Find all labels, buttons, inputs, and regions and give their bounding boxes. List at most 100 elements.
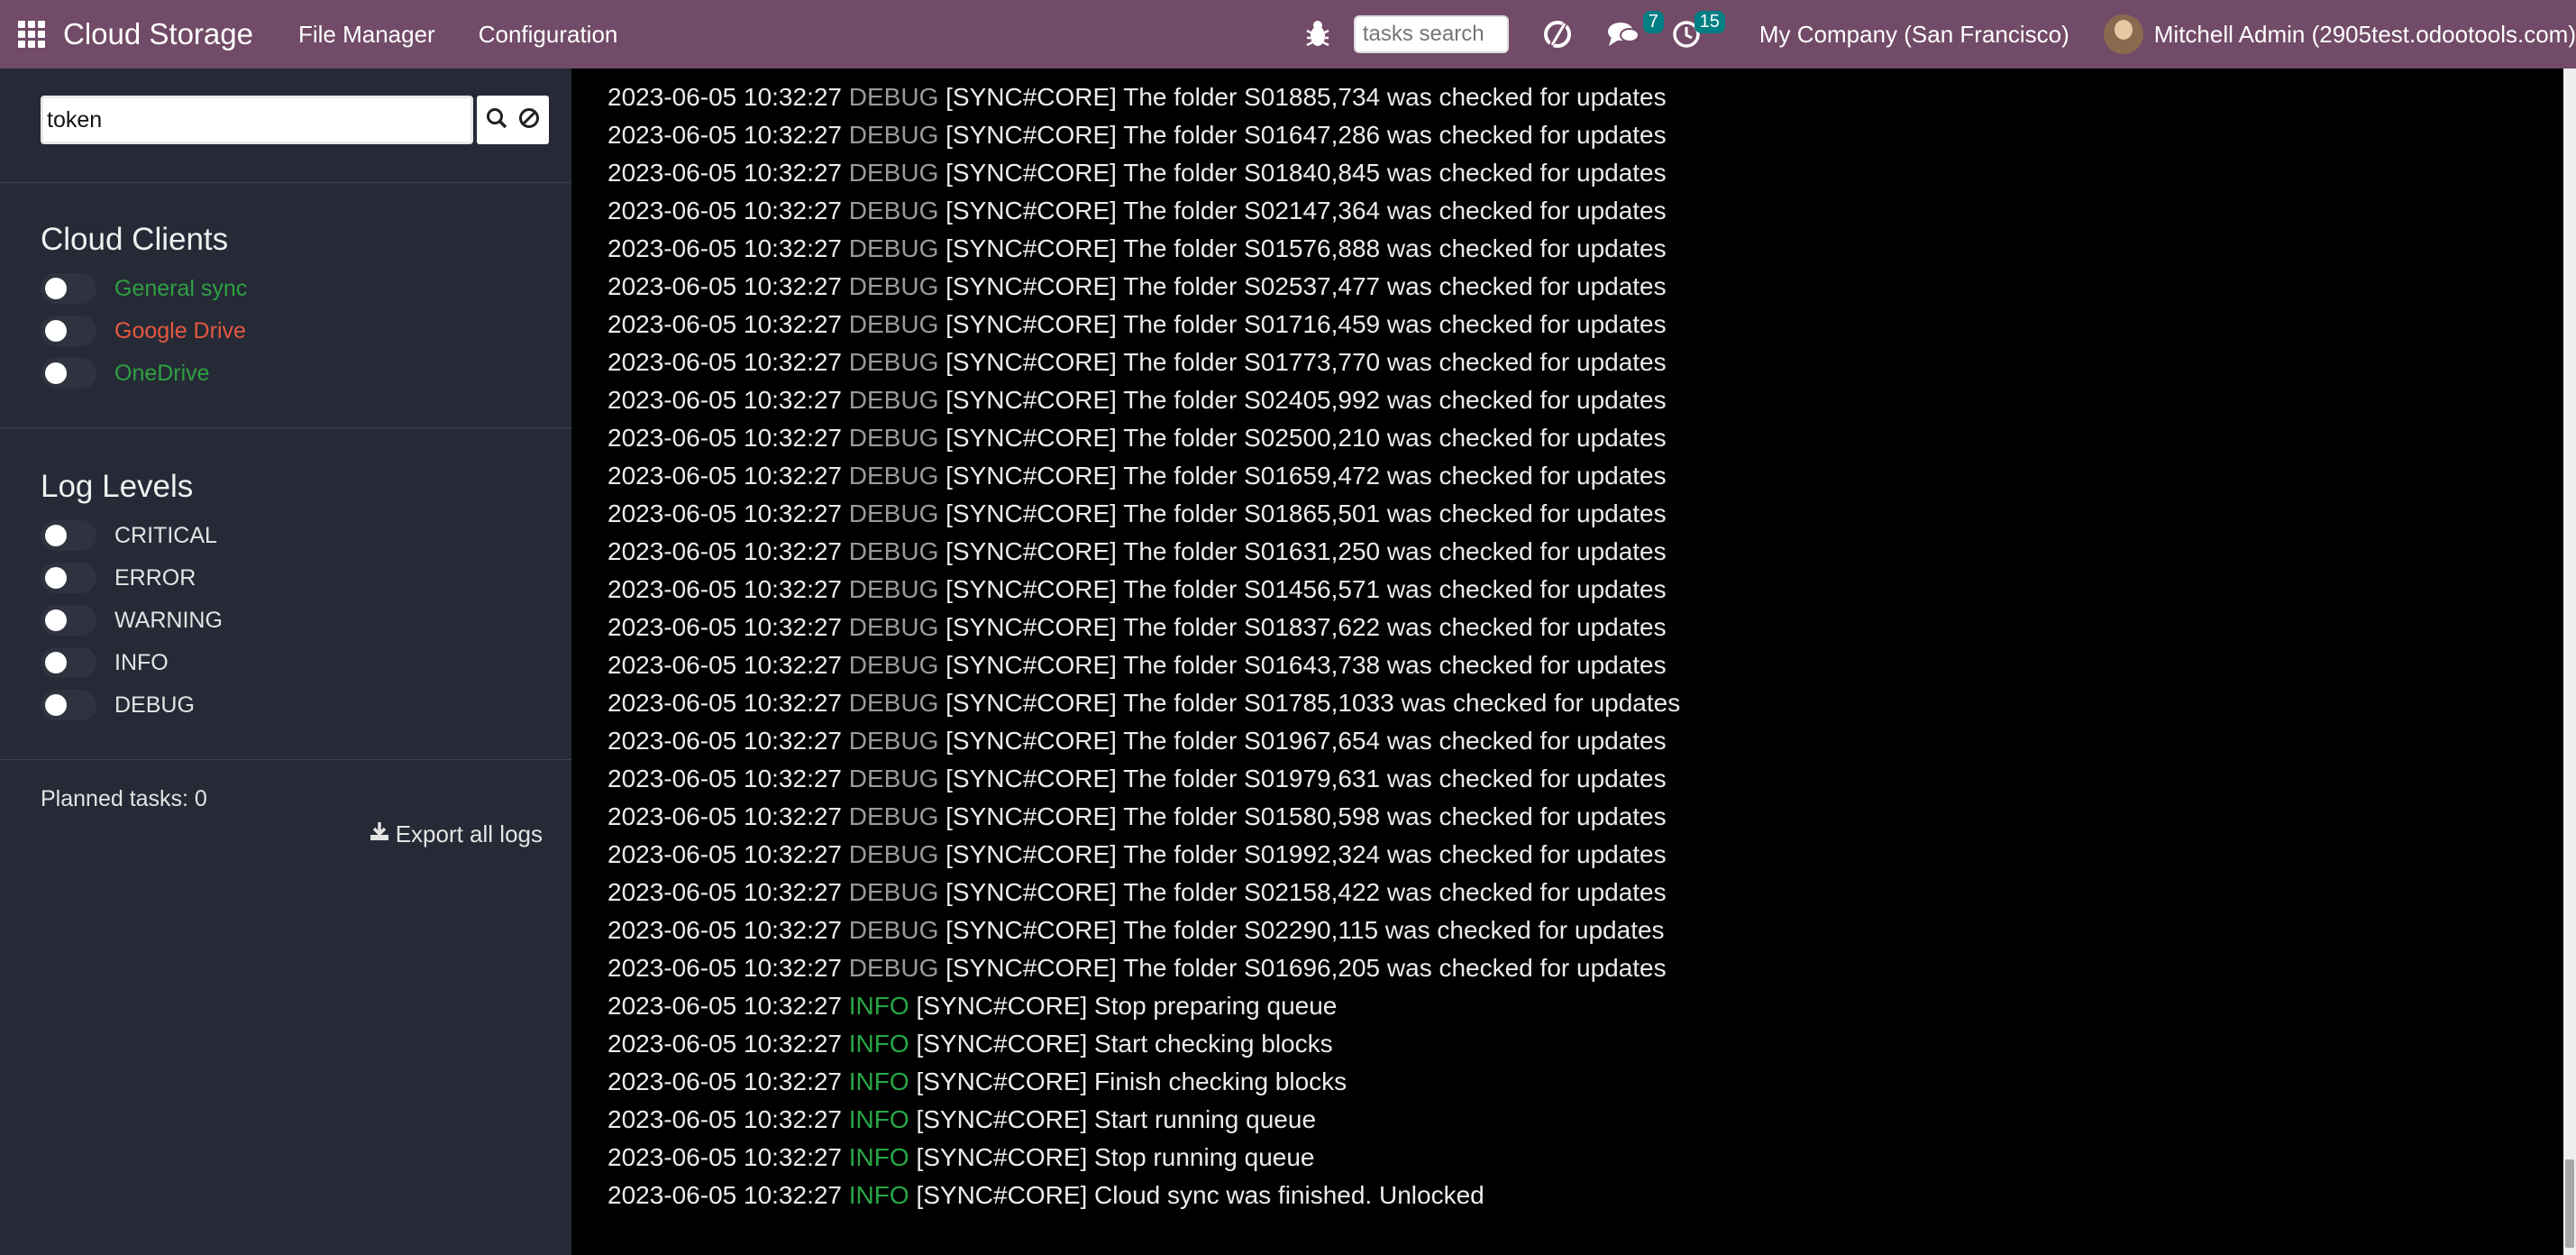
log-line: 2023-06-05 10:32:27 DEBUG [SYNC#CORE] Th… <box>607 802 1667 831</box>
toggle-switch[interactable] <box>41 605 96 636</box>
log-message: [SYNC#CORE] The folder S01696,205 was ch… <box>945 954 1667 982</box>
log-timestamp: 2023-06-05 10:32:27 <box>607 386 842 414</box>
level-toggle-warning[interactable]: WARNING <box>41 602 223 638</box>
log-line: 2023-06-05 10:32:27 DEBUG [SYNC#CORE] Th… <box>607 689 1680 718</box>
sync-icon[interactable] <box>1539 14 1576 54</box>
log-level: DEBUG <box>848 916 939 944</box>
log-level: DEBUG <box>848 83 939 111</box>
level-toggle-error[interactable]: ERROR <box>41 560 196 596</box>
log-timestamp: 2023-06-05 10:32:27 <box>607 234 842 262</box>
log-message: [SYNC#CORE] The folder S01647,286 was ch… <box>945 121 1667 149</box>
level-label: ERROR <box>114 564 196 591</box>
toggle-switch[interactable] <box>41 358 96 389</box>
log-message: [SYNC#CORE] The folder S01865,501 was ch… <box>945 499 1667 527</box>
log-level: INFO <box>848 1067 909 1095</box>
log-message: [SYNC#CORE] The folder S02405,992 was ch… <box>945 386 1667 414</box>
log-message: [SYNC#CORE] The folder S02147,364 was ch… <box>945 197 1667 224</box>
log-timestamp: 2023-06-05 10:32:27 <box>607 575 842 603</box>
log-timestamp: 2023-06-05 10:32:27 <box>607 1143 842 1171</box>
bug-icon[interactable] <box>1300 16 1336 52</box>
log-level: DEBUG <box>848 802 939 830</box>
export-all-logs-button[interactable]: Export all logs <box>369 820 543 848</box>
tasks-search-input[interactable] <box>1353 15 1509 53</box>
log-message: [SYNC#CORE] The folder S01576,888 was ch… <box>945 234 1667 262</box>
log-timestamp: 2023-06-05 10:32:27 <box>607 992 842 1020</box>
log-level: INFO <box>848 1030 909 1058</box>
log-message: [SYNC#CORE] Start running queue <box>916 1105 1317 1133</box>
apps-grid-icon[interactable] <box>18 21 45 48</box>
level-toggle-info[interactable]: INFO <box>41 645 169 681</box>
scrollbar-thumb[interactable] <box>2565 1159 2574 1248</box>
clear-search-icon[interactable] <box>517 106 541 134</box>
log-level: DEBUG <box>848 197 939 224</box>
log-message: [SYNC#CORE] The folder S01631,250 was ch… <box>945 537 1667 565</box>
sidebar-divider <box>0 427 571 428</box>
log-line: 2023-06-05 10:32:27 DEBUG [SYNC#CORE] Th… <box>607 386 1667 415</box>
log-level: DEBUG <box>848 159 939 187</box>
planned-tasks: Planned tasks: 0 <box>41 786 207 811</box>
log-line: 2023-06-05 10:32:27 DEBUG [SYNC#CORE] Th… <box>607 651 1667 680</box>
log-line: 2023-06-05 10:32:27 DEBUG [SYNC#CORE] Th… <box>607 310 1667 339</box>
messages-badge: 7 <box>1642 11 1664 33</box>
client-toggle-onedrive[interactable]: OneDrive <box>41 355 210 391</box>
log-level: DEBUG <box>848 954 939 982</box>
log-timestamp: 2023-06-05 10:32:27 <box>607 916 842 944</box>
log-timestamp: 2023-06-05 10:32:27 <box>607 840 842 868</box>
log-timestamp: 2023-06-05 10:32:27 <box>607 954 842 982</box>
log-line: 2023-06-05 10:32:27 DEBUG [SYNC#CORE] Th… <box>607 499 1667 528</box>
search-icon[interactable] <box>485 106 508 134</box>
toggle-switch[interactable] <box>41 563 96 593</box>
log-message: [SYNC#CORE] The folder S01992,324 was ch… <box>945 840 1667 868</box>
toggle-switch[interactable] <box>41 273 96 304</box>
toggle-switch[interactable] <box>41 647 96 678</box>
log-search-input[interactable] <box>41 96 473 144</box>
log-message: [SYNC#CORE] The folder S01967,654 was ch… <box>945 727 1667 755</box>
log-timestamp: 2023-06-05 10:32:27 <box>607 1181 842 1209</box>
log-line: 2023-06-05 10:32:27 INFO [SYNC#CORE] Fin… <box>607 1067 1347 1096</box>
toggle-switch[interactable] <box>41 520 96 551</box>
log-message: [SYNC#CORE] The folder S01979,631 was ch… <box>945 765 1667 792</box>
log-level: INFO <box>848 1143 909 1171</box>
level-toggle-critical[interactable]: CRITICAL <box>41 518 217 554</box>
app-brand[interactable]: Cloud Storage <box>63 17 253 51</box>
toggle-switch[interactable] <box>41 690 96 720</box>
company-switcher[interactable]: My Company (San Francisco) <box>1759 21 2069 49</box>
log-line: 2023-06-05 10:32:27 DEBUG [SYNC#CORE] Th… <box>607 878 1667 907</box>
log-scrollbar[interactable] <box>2563 69 2576 1255</box>
log-line: 2023-06-05 10:32:27 INFO [SYNC#CORE] Sto… <box>607 1143 1314 1172</box>
sidebar-divider <box>0 182 571 183</box>
log-level: DEBUG <box>848 689 939 717</box>
log-timestamp: 2023-06-05 10:32:27 <box>607 1067 842 1095</box>
client-label: Google Drive <box>114 317 246 344</box>
menu-file-manager[interactable]: File Manager <box>298 21 435 49</box>
user-menu[interactable]: Mitchell Admin (2905test.odootools.com) <box>2154 21 2576 49</box>
client-toggle-general-sync[interactable]: General sync <box>41 270 247 307</box>
log-levels-title: Log Levels <box>41 469 194 504</box>
log-message: [SYNC#CORE] Cloud sync was finished. Unl… <box>916 1181 1484 1209</box>
log-level: DEBUG <box>848 840 939 868</box>
log-timestamp: 2023-06-05 10:32:27 <box>607 613 842 641</box>
log-line: 2023-06-05 10:32:27 INFO [SYNC#CORE] Sto… <box>607 992 1337 1021</box>
sidebar: Cloud Clients General sync Google Drive … <box>0 69 571 1255</box>
log-level: INFO <box>848 992 909 1020</box>
log-message: [SYNC#CORE] The folder S01785,1033 was c… <box>945 689 1681 717</box>
activities-icon[interactable]: 15 <box>1671 11 1725 54</box>
level-label: WARNING <box>114 607 223 633</box>
log-message: [SYNC#CORE] The folder S01643,738 was ch… <box>945 651 1667 679</box>
log-timestamp: 2023-06-05 10:32:27 <box>607 651 842 679</box>
toggle-switch[interactable] <box>41 316 96 346</box>
log-timestamp: 2023-06-05 10:32:27 <box>607 424 842 452</box>
log-timestamp: 2023-06-05 10:32:27 <box>607 878 842 906</box>
log-line: 2023-06-05 10:32:27 DEBUG [SYNC#CORE] Th… <box>607 954 1667 983</box>
log-level: DEBUG <box>848 727 939 755</box>
level-toggle-debug[interactable]: DEBUG <box>41 687 195 723</box>
log-level: INFO <box>848 1105 909 1133</box>
log-line: 2023-06-05 10:32:27 DEBUG [SYNC#CORE] Th… <box>607 916 1665 945</box>
messages-icon[interactable]: 7 <box>1606 11 1664 54</box>
user-avatar[interactable] <box>2103 14 2143 54</box>
log-timestamp: 2023-06-05 10:32:27 <box>607 1030 842 1058</box>
log-line: 2023-06-05 10:32:27 DEBUG [SYNC#CORE] Th… <box>607 197 1667 225</box>
log-timestamp: 2023-06-05 10:32:27 <box>607 802 842 830</box>
client-toggle-google-drive[interactable]: Google Drive <box>41 313 246 349</box>
menu-configuration[interactable]: Configuration <box>479 21 618 49</box>
